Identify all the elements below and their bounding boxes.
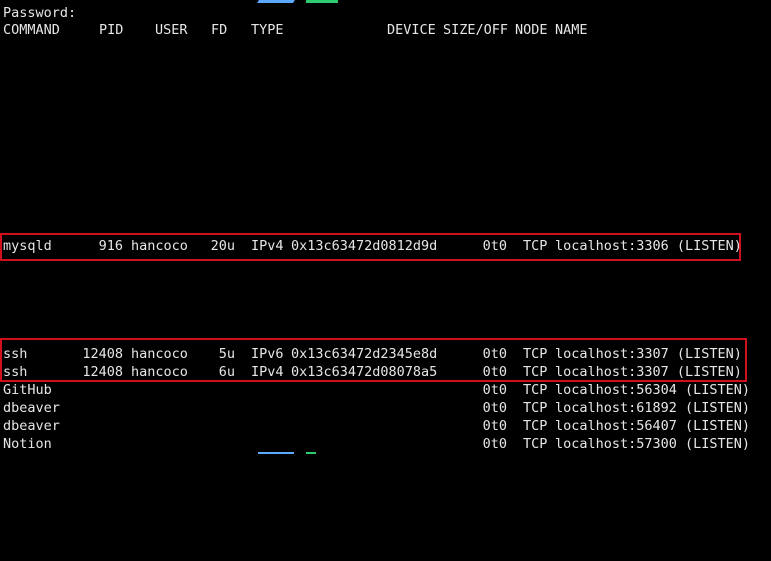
cell-node: TCP xyxy=(523,418,548,434)
header-pid: PID xyxy=(99,22,124,38)
cell-device: 0x13c63472d08078a5 xyxy=(291,364,438,380)
cell-command: Notion xyxy=(3,436,52,452)
cell-node: TCP xyxy=(523,436,548,452)
cell-size-off: 0t0 xyxy=(482,382,507,398)
cell-fd: 5u xyxy=(218,346,235,362)
cell-user: hancoco xyxy=(131,346,188,362)
cell-size-off: 0t0 xyxy=(482,238,507,254)
header-type: TYPE xyxy=(251,22,284,38)
cell-node: TCP xyxy=(523,364,548,380)
cell-type: IPv6 xyxy=(251,346,284,362)
cell-user: hancoco xyxy=(131,238,188,254)
cell-command: dbeaver xyxy=(3,418,60,434)
cell-node: TCP xyxy=(523,382,548,398)
cell-type: IPv4 xyxy=(251,364,284,380)
terminal-window[interactable]: Password: COMMAND PID USER FD TYPE DEVIC… xyxy=(0,0,771,454)
cell-type: IPv4 xyxy=(251,238,284,254)
cell-size-off: 0t0 xyxy=(482,364,507,380)
cell-node: TCP xyxy=(523,400,548,416)
cell-node: TCP xyxy=(523,346,548,362)
cell-user: hancoco xyxy=(131,364,188,380)
cell-name: localhost:57300 (LISTEN) xyxy=(555,436,751,452)
cell-node: TCP xyxy=(523,238,548,254)
header-size-off: SIZE/OFF xyxy=(443,22,509,38)
cell-size-off: 0t0 xyxy=(482,436,507,452)
cell-command: mysqld xyxy=(3,238,52,254)
cell-size-off: 0t0 xyxy=(482,346,507,362)
cell-fd: 20u xyxy=(210,238,235,254)
table-row[interactable]: mysqld 916 hancoco 20u IPv4 0x13c63472d0… xyxy=(3,237,763,255)
header-fd: FD xyxy=(211,22,228,38)
table-row[interactable]: Notion 0t0 TCP localhost:57300 (LISTEN) xyxy=(3,435,763,453)
cell-pid: 916 xyxy=(98,238,123,254)
cell-pid: 12408 xyxy=(82,364,123,380)
lsof-header: COMMAND PID USER FD TYPE DEVICE SIZE/OFF… xyxy=(3,21,763,39)
cell-name: localhost:3307 (LISTEN) xyxy=(555,346,742,362)
cell-fd: 6u xyxy=(218,364,235,380)
password-prompt: Password: xyxy=(3,5,77,21)
cell-command: ssh xyxy=(3,364,28,380)
cell-name: localhost:61892 (LISTEN) xyxy=(555,400,751,416)
cell-name: localhost:3307 (LISTEN) xyxy=(555,364,742,380)
cell-device: 0x13c63472d0812d9d xyxy=(291,238,438,254)
cell-device: 0x13c63472d2345e8d xyxy=(291,346,438,362)
cell-name: localhost:56304 (LISTEN) xyxy=(555,382,751,398)
cell-name: localhost:56407 (LISTEN) xyxy=(555,418,751,434)
table-row[interactable]: ssh 12408 hancoco 6u IPv4 0x13c63472d080… xyxy=(3,363,763,381)
cell-size-off: 0t0 xyxy=(482,418,507,434)
prompt-status-accent xyxy=(306,0,338,3)
cell-command: ssh xyxy=(3,346,28,362)
table-row[interactable]: dbeaver 0t0 TCP localhost:56407 (LISTEN) xyxy=(3,417,763,435)
header-node: NODE xyxy=(515,22,548,38)
cell-command: dbeaver xyxy=(3,400,60,416)
table-row[interactable]: GitHub 0t0 TCP localhost:56304 (LISTEN) xyxy=(3,381,763,399)
header-name: NAME xyxy=(555,22,588,38)
header-device: DEVICE xyxy=(387,22,436,38)
cell-command: GitHub xyxy=(3,382,52,398)
table-row[interactable]: ssh 12408 hancoco 5u IPv6 0x13c63472d234… xyxy=(3,345,763,363)
table-row[interactable]: dbeaver 0t0 TCP localhost:61892 (LISTEN) xyxy=(3,399,763,417)
header-user: USER xyxy=(155,22,188,38)
cell-size-off: 0t0 xyxy=(482,400,507,416)
prompt-segment-accent xyxy=(257,0,295,3)
cell-name: localhost:3306 (LISTEN) xyxy=(555,238,742,254)
header-command: COMMAND xyxy=(3,22,60,38)
cell-pid: 12408 xyxy=(82,346,123,362)
